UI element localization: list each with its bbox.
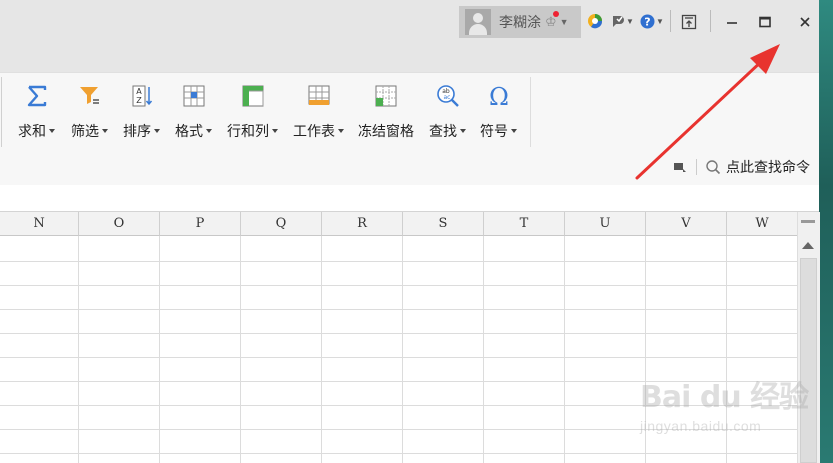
pin-toolbar-icon — [674, 163, 686, 172]
column-header[interactable]: Q — [241, 212, 322, 236]
chevron-down-icon — [511, 129, 517, 133]
column-header[interactable]: U — [565, 212, 646, 236]
svg-text:Ω: Ω — [489, 83, 509, 109]
find-label: 查找 — [429, 123, 457, 139]
grid-line — [0, 261, 797, 262]
minimize-icon — [727, 22, 737, 24]
column-header[interactable]: O — [79, 212, 160, 236]
close-icon — [800, 17, 810, 27]
minimize-button[interactable] — [719, 10, 745, 34]
rows-columns-label: 行和列 — [227, 123, 269, 139]
omega-symbol-icon: Ω — [484, 81, 514, 111]
sum-label: 求和 — [18, 123, 46, 139]
chevron-down-icon — [272, 129, 278, 133]
column-header[interactable]: T — [484, 212, 565, 236]
worksheet-label: 工作表 — [293, 123, 335, 139]
format-label: 格式 — [175, 123, 203, 139]
column-header[interactable]: V — [646, 212, 727, 236]
svg-text:ac: ac — [443, 94, 450, 101]
ribbon-divider — [530, 77, 531, 147]
search-icon — [706, 160, 721, 175]
watermark: Bai du 经验 jingyan.baidu.com — [640, 372, 820, 452]
chevron-down-icon — [154, 129, 160, 133]
grid-line — [0, 333, 797, 334]
symbol-button[interactable]: Ω 符号 — [480, 79, 517, 143]
watermark-logo: Bai du 经验 — [640, 380, 809, 415]
grid-line — [0, 453, 797, 454]
grid-line — [0, 309, 797, 310]
grid-line — [0, 285, 797, 286]
sort-button[interactable]: AZ 排序 — [123, 79, 160, 143]
column-header[interactable]: S — [403, 212, 484, 236]
rows-columns-button[interactable]: 行和列 — [227, 79, 278, 143]
svg-text:A: A — [136, 87, 142, 96]
freeze-panes-button[interactable]: 冻结窗格 — [358, 79, 414, 143]
find-magnifier-icon: ab ac — [433, 81, 463, 111]
worksheet-icon — [304, 81, 334, 111]
formula-bar[interactable] — [0, 185, 819, 212]
chevron-down-icon — [338, 129, 344, 133]
filter-button[interactable]: 筛选 — [71, 79, 108, 143]
find-button[interactable]: ab ac 查找 — [429, 79, 466, 143]
upload-icon — [681, 14, 697, 30]
freeze-panes-label: 冻结窗格 — [358, 123, 414, 139]
symbol-label: 符号 — [480, 123, 508, 139]
chevron-down-icon — [460, 129, 466, 133]
ribbon-divider — [1, 77, 2, 147]
maximize-button[interactable] — [752, 10, 778, 34]
sigma-sum-icon — [22, 81, 52, 111]
title-bar: 李糊涂 ♔ ▼ ▼ ? ▼ — [0, 0, 819, 72]
avatar — [465, 9, 491, 35]
filter-label: 筛选 — [71, 123, 99, 139]
chevron-down-icon — [206, 129, 212, 133]
format-button[interactable]: 格式 — [175, 79, 212, 143]
crown-icon: ♔ — [545, 11, 559, 30]
worksheet-button[interactable]: 工作表 — [293, 79, 344, 143]
command-search-label: 点此查找命令 — [726, 159, 810, 175]
sort-az-icon: AZ — [127, 81, 157, 111]
sum-button[interactable]: 求和 — [18, 79, 55, 143]
format-grid-icon — [179, 81, 209, 111]
desktop-background-right — [819, 0, 833, 463]
svg-text:Z: Z — [136, 96, 142, 105]
feedback-icon[interactable]: ▼ — [611, 12, 634, 30]
titlebar-divider — [710, 10, 711, 32]
watermark-url: jingyan.baidu.com — [640, 418, 762, 434]
close-button[interactable] — [792, 10, 818, 34]
maximize-icon — [759, 16, 771, 28]
column-header[interactable]: P — [160, 212, 241, 236]
notification-dot — [552, 11, 559, 17]
column-header[interactable]: W — [727, 212, 797, 236]
filter-funnel-icon — [75, 81, 105, 111]
scroll-up-icon[interactable] — [802, 242, 814, 249]
ribbon-toolbar: 求和 筛选 AZ 排序 格式 行和列 工作表 冻结窗格 ab ac 查找 Ω 符… — [0, 72, 819, 186]
rows-columns-icon — [238, 81, 268, 111]
grid-line — [0, 357, 797, 358]
sort-label: 排序 — [123, 123, 151, 139]
skin-theme-icon[interactable] — [587, 12, 603, 30]
upload-share-button[interactable] — [676, 10, 702, 34]
chevron-down-icon: ▼ — [559, 17, 569, 27]
freeze-panes-icon — [371, 81, 401, 111]
help-icon[interactable]: ? ▼ — [640, 12, 664, 30]
chevron-down-icon — [49, 129, 55, 133]
chevron-down-icon — [102, 129, 108, 133]
svg-text:?: ? — [644, 15, 650, 28]
column-header[interactable]: N — [0, 212, 79, 236]
scrollbar-split-handle[interactable] — [801, 220, 815, 223]
titlebar-divider — [670, 10, 671, 32]
column-header[interactable]: R — [322, 212, 403, 236]
user-name: 李糊涂 — [499, 14, 541, 30]
user-account-box[interactable]: 李糊涂 ♔ ▼ — [459, 6, 581, 38]
command-search[interactable]: 点此查找命令 — [672, 157, 810, 177]
